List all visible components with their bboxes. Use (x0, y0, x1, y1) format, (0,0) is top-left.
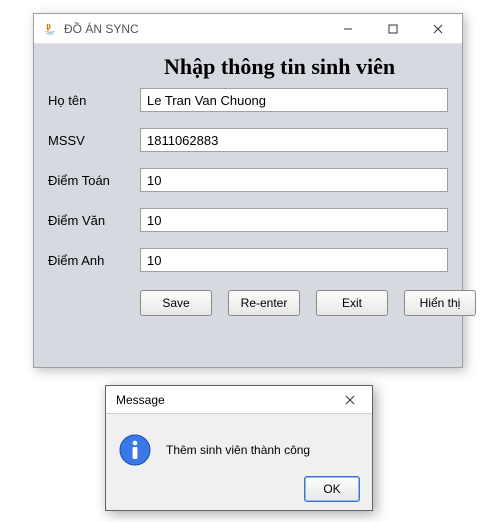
show-button[interactable]: Hiển thị (404, 290, 476, 316)
row-anh: Điểm Anh (48, 248, 448, 272)
minimize-button[interactable] (325, 14, 370, 43)
dialog-content: Thêm sinh viên thành công (118, 428, 360, 472)
dialog-body: Thêm sinh viên thành công OK (106, 414, 372, 510)
label-van: Điểm Văn (48, 213, 140, 228)
reenter-button[interactable]: Re-enter (228, 290, 300, 316)
message-dialog: Message Thêm sinh viên thành công OK (105, 385, 373, 511)
input-anh[interactable] (140, 248, 448, 272)
row-toan: Điểm Toán (48, 168, 448, 192)
dialog-close-button[interactable] (330, 386, 370, 413)
ok-button[interactable]: OK (304, 476, 360, 502)
dialog-window-controls (330, 386, 370, 413)
dialog-titlebar: Message (106, 386, 372, 414)
row-mssv: MSSV (48, 128, 448, 152)
dialog-message: Thêm sinh viên thành công (166, 443, 310, 457)
row-hoten: Họ tên (48, 88, 448, 112)
label-anh: Điểm Anh (48, 253, 140, 268)
input-van[interactable] (140, 208, 448, 232)
label-mssv: MSSV (48, 133, 140, 148)
input-toan[interactable] (140, 168, 448, 192)
window-title: ĐỒ ÁN SYNC (64, 22, 325, 36)
student-form: Họ tên MSSV Điểm Toán Điểm Văn Điểm Anh (34, 88, 462, 272)
label-hoten: Họ tên (48, 93, 140, 108)
window-controls (325, 14, 460, 43)
info-icon (118, 433, 152, 467)
exit-button[interactable]: Exit (316, 290, 388, 316)
java-app-icon (42, 21, 58, 37)
page-title: Nhập thông tin sinh viên (34, 44, 462, 88)
dialog-title: Message (114, 393, 330, 407)
input-mssv[interactable] (140, 128, 448, 152)
close-button[interactable] (415, 14, 460, 43)
titlebar: ĐỒ ÁN SYNC (34, 14, 462, 44)
save-button[interactable]: Save (140, 290, 212, 316)
row-van: Điểm Văn (48, 208, 448, 232)
client-area: Nhập thông tin sinh viên Họ tên MSSV Điể… (34, 44, 462, 367)
dialog-actions: OK (118, 472, 360, 502)
main-window: ĐỒ ÁN SYNC Nhập thông tin sinh viên Họ t… (33, 13, 463, 368)
button-row: Save Re-enter Exit Hiển thị (34, 288, 462, 316)
maximize-button[interactable] (370, 14, 415, 43)
input-hoten[interactable] (140, 88, 448, 112)
label-toan: Điểm Toán (48, 173, 140, 188)
